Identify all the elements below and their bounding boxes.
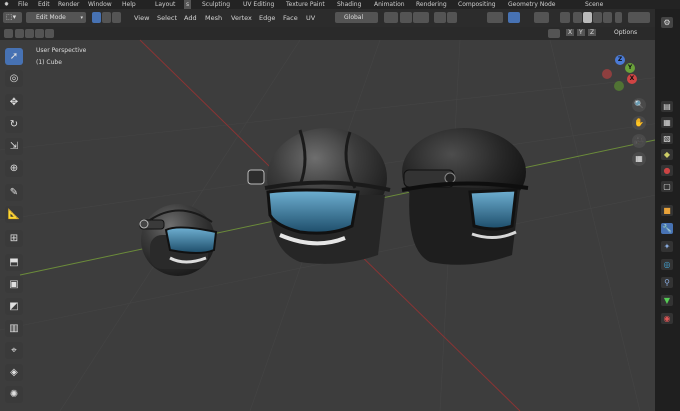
gizmo-z[interactable]: Z — [615, 55, 625, 65]
transform-icon[interactable]: ⊕ — [5, 160, 23, 177]
loop-cut-icon[interactable]: ▥ — [5, 320, 23, 337]
constraints-tab-icon[interactable]: ⚲ — [661, 277, 673, 288]
physics-tab-icon[interactable]: ◎ — [661, 259, 673, 270]
world-tab-icon[interactable]: ● — [661, 165, 673, 176]
bevel-icon[interactable]: ◩ — [5, 298, 23, 315]
poly-build-icon[interactable]: ◈ — [5, 364, 23, 381]
helmet-middle[interactable] — [247, 128, 391, 264]
collection-tab-icon[interactable]: ▢ — [661, 181, 673, 192]
output-tab-icon[interactable]: ▦ — [661, 117, 673, 128]
scene-tab-icon[interactable]: ◆ — [661, 149, 673, 160]
viewport-3d[interactable] — [0, 0, 680, 411]
gizmo-y[interactable]: Y — [625, 63, 635, 73]
cursor-select-icon[interactable]: ➚ — [5, 48, 23, 65]
spin-icon[interactable]: ✺ — [5, 386, 23, 403]
grid-ortho-icon[interactable]: ▦ — [632, 152, 646, 166]
tool-shelf: ➚ ◎ ✥ ↻ ⇲ ⊕ ✎ 📐 ⊞ ⬒ ▣ ◩ ▥ ⌖ ◈ ✺ — [3, 44, 25, 411]
properties-tab-strip: ⚙ ▤ ▦ ▧ ◆ ● ▢ ■ 🔧 ✦ ◎ ⚲ ▼ ◉ — [655, 9, 680, 411]
add-cube-icon[interactable]: ⊞ — [5, 230, 23, 247]
camera-icon[interactable]: 🎥 — [632, 134, 646, 148]
zoom-icon[interactable]: 🔍 — [632, 98, 646, 112]
annotate-icon[interactable]: ✎ — [5, 184, 23, 201]
hand-pan-icon[interactable]: ✋ — [632, 116, 646, 130]
gizmo-neg-x[interactable] — [602, 69, 612, 79]
knife-icon[interactable]: ⌖ — [5, 342, 23, 359]
object-tab-icon[interactable]: ■ — [661, 205, 673, 216]
helmet-right[interactable] — [401, 128, 529, 265]
tool-tab-icon[interactable]: ⚙ — [661, 17, 673, 28]
move-icon[interactable]: ✥ — [5, 94, 23, 111]
scale-icon[interactable]: ⇲ — [5, 138, 23, 155]
modifier-tab-icon[interactable]: 🔧 — [661, 223, 673, 234]
extrude-icon[interactable]: ⬒ — [5, 254, 23, 271]
view-layer-tab-icon[interactable]: ▧ — [661, 133, 673, 144]
active-object-label: (1) Cube — [36, 59, 62, 66]
material-tab-icon[interactable]: ◉ — [661, 313, 673, 324]
helmet-small[interactable] — [139, 204, 218, 276]
rotate-icon[interactable]: ↻ — [5, 116, 23, 133]
particles-tab-icon[interactable]: ✦ — [661, 241, 673, 252]
render-tab-icon[interactable]: ▤ — [661, 101, 673, 112]
navigation-gizmo[interactable]: Z Y X — [600, 55, 640, 95]
measure-icon[interactable]: 📐 — [5, 206, 23, 223]
gizmo-x[interactable]: X — [627, 74, 637, 84]
cursor-3d-icon[interactable]: ◎ — [5, 70, 23, 87]
data-tab-icon[interactable]: ▼ — [661, 295, 673, 306]
inset-icon[interactable]: ▣ — [5, 276, 23, 293]
perspective-label: User Perspective — [36, 47, 87, 54]
gizmo-neg-y[interactable] — [614, 81, 624, 91]
